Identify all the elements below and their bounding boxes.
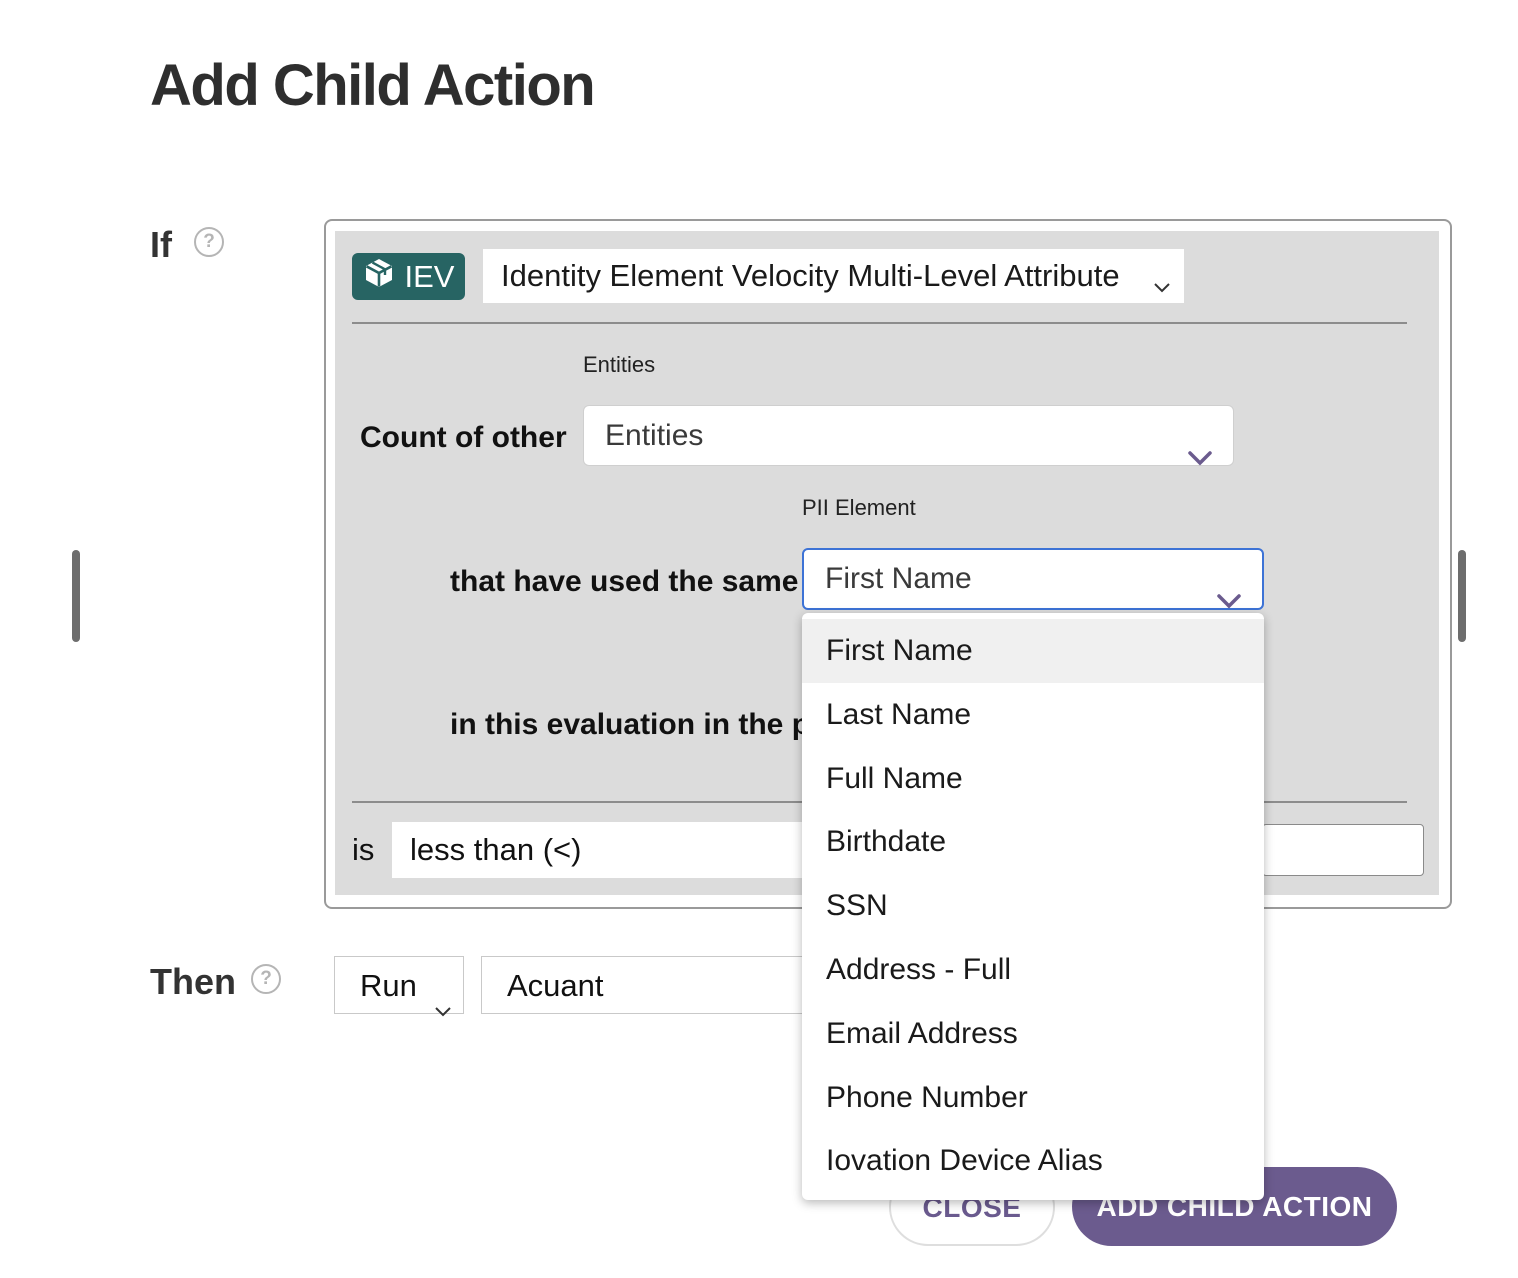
- pii-option-ssn[interactable]: SSN: [802, 874, 1264, 938]
- iev-badge: IEV: [352, 253, 465, 300]
- action-select[interactable]: Run: [334, 956, 464, 1017]
- entities-select-value: Entities: [605, 419, 704, 452]
- pii-option-address-full[interactable]: Address - Full: [802, 938, 1264, 1002]
- pii-option-email-address[interactable]: Email Address: [802, 1002, 1264, 1066]
- cube-icon: [363, 257, 395, 297]
- comparator-select[interactable]: less than (<): [392, 822, 804, 878]
- pii-element-dropdown: First Name Last Name Full Name Birthdate SSN…: [802, 613, 1264, 1200]
- pii-element-select-value: First Name: [825, 562, 972, 595]
- pii-option-iovation-device-alias[interactable]: Iovation Device Alias: [802, 1129, 1264, 1193]
- target-select-value: Acuant: [507, 968, 604, 1003]
- if-label: If: [150, 224, 172, 265]
- target-select[interactable]: Acuant: [481, 956, 811, 1014]
- pii-caption: PII Element: [802, 495, 916, 520]
- chevron-down-icon: [433, 979, 453, 1037]
- entities-caption: Entities: [583, 352, 656, 377]
- right-resize-handle[interactable]: [1458, 550, 1466, 642]
- pii-option-first-name[interactable]: First Name: [802, 619, 1264, 683]
- evaluation-label: in this evaluation in the past: [450, 708, 802, 741]
- if-help-icon[interactable]: ?: [194, 227, 224, 257]
- page-title: Add Child Action: [150, 53, 596, 118]
- pii-element-select[interactable]: First Name: [802, 548, 1264, 610]
- pii-element-options: First Name Last Name Full Name Birthdate SSN…: [802, 613, 1264, 1193]
- divider: [352, 322, 1407, 324]
- chevron-down-icon: [1152, 266, 1172, 302]
- attribute-select-value: Identity Element Velocity Multi-Level At…: [501, 258, 1120, 293]
- pii-option-birthdate[interactable]: Birthdate: [802, 810, 1264, 874]
- chevron-down-icon: [1187, 428, 1213, 487]
- pii-option-last-name[interactable]: Last Name: [802, 683, 1264, 747]
- threshold-input[interactable]: [1262, 824, 1424, 876]
- left-resize-handle[interactable]: [72, 550, 80, 642]
- attribute-select[interactable]: Identity Element Velocity Multi-Level At…: [483, 249, 1184, 303]
- pii-option-phone-number[interactable]: Phone Number: [802, 1066, 1264, 1130]
- iev-badge-text: IEV: [404, 258, 455, 294]
- count-label: Count of other: [360, 421, 567, 454]
- then-help-icon[interactable]: ?: [251, 964, 281, 994]
- then-label: Then: [150, 961, 236, 1002]
- pii-option-full-name[interactable]: Full Name: [802, 747, 1264, 811]
- is-label: is: [352, 832, 375, 867]
- action-select-value: Run: [360, 968, 417, 1003]
- entities-select[interactable]: Entities: [583, 405, 1234, 466]
- used-same-label: that have used the same: [450, 565, 799, 598]
- comparator-select-value: less than (<): [410, 832, 582, 867]
